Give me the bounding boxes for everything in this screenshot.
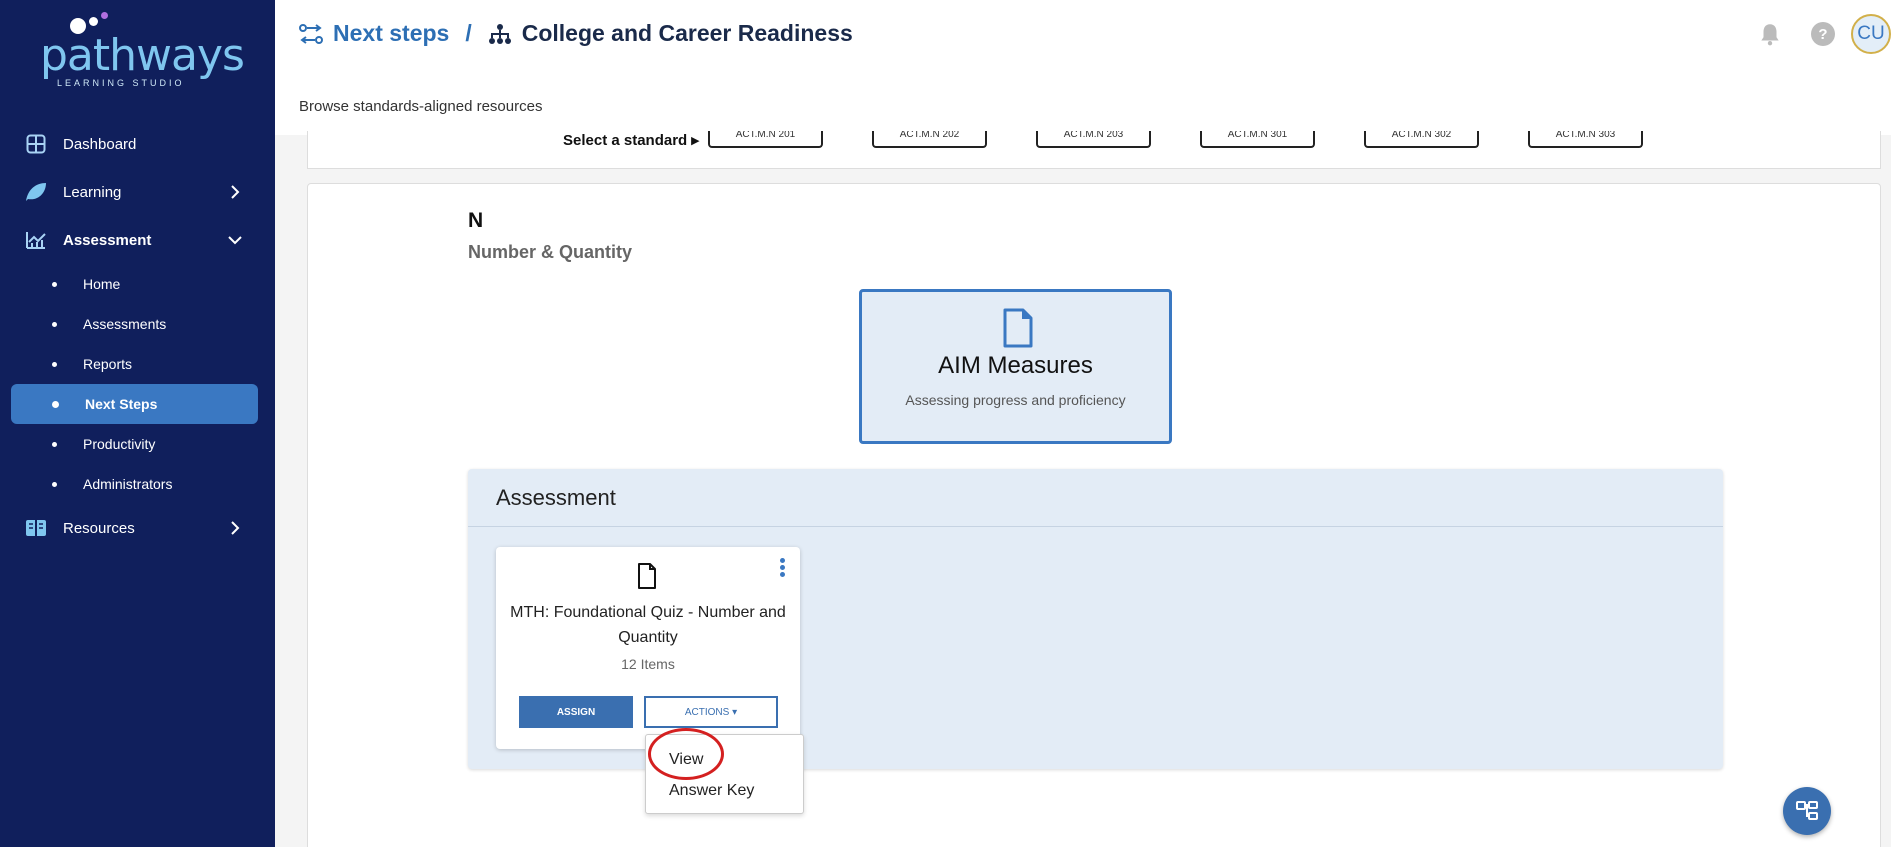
assessment-panel: Assessment MTH: Foundational Quiz - Numb… [468,469,1723,769]
header-actions: ? CU [1757,14,1891,54]
sidebar-nav: Dashboard Learning Assessment Home Asses… [0,120,275,552]
document-icon [638,563,656,589]
assign-button[interactable]: ASSIGN [519,696,633,728]
header: Next steps / College and Career Readines… [275,0,1891,135]
sidebar-subitem-label: Productivity [83,436,156,452]
chart-icon [24,228,48,252]
logo-wordmark: pathways [40,30,245,81]
assessment-card: MTH: Foundational Quiz - Number and Quan… [496,547,800,749]
sidebar-subitem-productivity[interactable]: Productivity [0,424,275,464]
dashboard-grid-icon [24,132,48,156]
assessment-panel-title: Assessment [468,469,1723,527]
sidebar-subitem-label: Reports [83,356,133,372]
sidebar-subitem-label: Next Steps [85,396,158,412]
bullet-icon [52,281,57,287]
sidebar-item-resources[interactable]: Resources [0,504,275,552]
breadcrumb: Next steps / College and Career Readines… [299,20,853,47]
sidebar-subitem-administrators[interactable]: Administrators [0,464,275,504]
book-icon [24,516,48,540]
standard-selector: Select a standard ▸ ACT.M.N 201 ACT.M.N … [307,131,1881,169]
standard-code: N [468,209,484,232]
sidebar-subitem-assessments[interactable]: Assessments [0,304,275,344]
bullet-icon [52,361,57,367]
avatar[interactable]: CU [1851,14,1891,54]
more-options-icon[interactable] [780,558,786,578]
sidebar-item-label: Assessment [63,231,152,249]
standard-selector-label: Select a standard ▸ [563,132,699,149]
bullet-icon [52,481,57,487]
actions-button[interactable]: ACTIONS ▾ [644,696,778,728]
next-steps-icon [299,23,323,44]
logo-dot-icon [101,12,108,19]
page-subtitle: Browse standards-aligned resources [299,98,543,115]
chevron-down-icon [228,236,242,245]
sidebar-item-dashboard[interactable]: Dashboard [0,120,275,168]
logo-tagline: LEARNING STUDIO [57,78,185,88]
standard-button[interactable]: ACT.M.N 202 [872,131,987,148]
standard-button[interactable]: ACT.M.N 301 [1200,131,1315,148]
assessment-item-count: 12 Items [621,656,675,672]
bullet-icon [52,400,59,408]
hierarchy-fab-button[interactable] [1783,787,1831,835]
assessment-title: MTH: Foundational Quiz - Number and Quan… [510,604,786,646]
sidebar: pathways LEARNING STUDIO Dashboard Learn… [0,0,275,847]
breadcrumb-next-steps[interactable]: Next steps [333,20,449,47]
chevron-right-icon [231,521,240,535]
highlight-circle [648,728,724,780]
standard-detail-card: N Number & Quantity AIM Measures Assessi… [307,183,1881,847]
content-area: Select a standard ▸ ACT.M.N 201 ACT.M.N … [275,131,1891,847]
chevron-right-icon [231,185,240,199]
bullet-icon [52,321,57,327]
logo-dot-icon [89,17,98,26]
tree-icon [1796,801,1818,820]
pathways-logo[interactable]: pathways LEARNING STUDIO [40,12,245,88]
sidebar-item-label: Dashboard [63,135,137,153]
help-icon[interactable]: ? [1811,22,1835,46]
standard-button[interactable]: ACT.M.N 203 [1036,131,1151,148]
sidebar-subitem-home[interactable]: Home [0,264,275,304]
sidebar-subitem-label: Assessments [83,316,167,332]
bell-icon[interactable] [1757,21,1783,47]
hierarchy-icon [488,23,511,44]
sidebar-item-label: Learning [63,183,122,201]
bullet-icon [52,441,57,447]
breadcrumb-separator: / [465,20,472,46]
sidebar-subitem-next-steps[interactable]: Next Steps [11,384,258,424]
page-title: College and Career Readiness [521,20,853,46]
sidebar-item-learning[interactable]: Learning [0,168,275,216]
standard-name: Number & Quantity [468,242,633,262]
sidebar-subitem-reports[interactable]: Reports [0,344,275,384]
standard-button[interactable]: ACT.M.N 303 [1528,131,1643,148]
aim-measures-card[interactable]: AIM Measures Assessing progress and prof… [859,289,1172,444]
sidebar-item-assessment[interactable]: Assessment [0,216,275,264]
sidebar-subitem-label: Administrators [83,476,173,492]
standard-button[interactable]: ACT.M.N 201 [708,131,823,148]
standard-button[interactable]: ACT.M.N 302 [1364,131,1479,148]
aim-measures-description: Assessing progress and proficiency [905,392,1126,408]
aim-measures-title: AIM Measures [938,352,1093,379]
menu-item-answer-key[interactable]: Answer Key [669,782,754,800]
sidebar-item-label: Resources [63,519,135,537]
sidebar-subitem-label: Home [83,276,121,292]
leaf-icon [24,180,48,204]
document-icon [1003,308,1033,348]
